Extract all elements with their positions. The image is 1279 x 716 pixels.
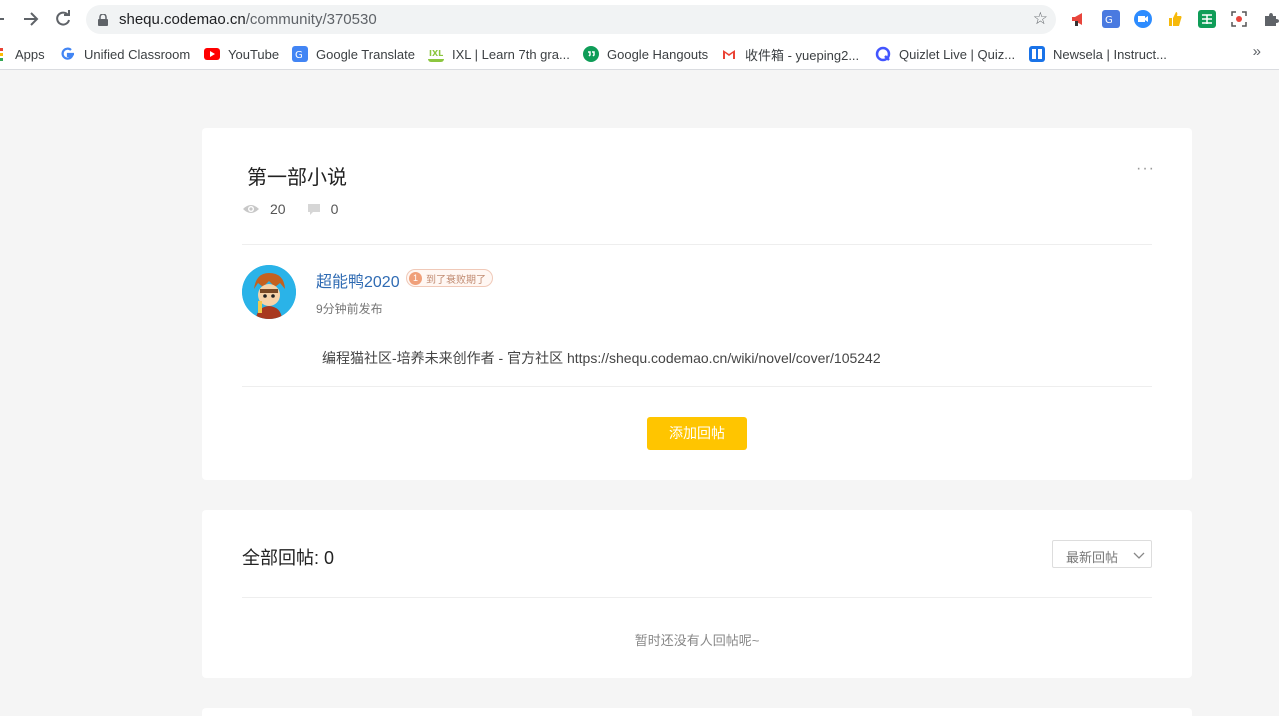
sort-dropdown[interactable]: 最新回帖	[1052, 540, 1152, 568]
level-badge: 1 到了衰败期了	[406, 269, 493, 287]
google-translate-icon: G	[292, 46, 308, 62]
comment-icon	[307, 202, 321, 216]
bookmark-unified-classroom[interactable]: Unified Classroom	[60, 44, 190, 64]
more-bookmarks-chevron-icon[interactable]: »	[1253, 43, 1261, 60]
url-host: shequ.codemao.cn	[119, 11, 246, 28]
bookmark-label: Apps	[15, 46, 45, 62]
post-title: 第一部小说	[247, 167, 347, 189]
add-reply-button[interactable]: 添加回帖	[647, 417, 747, 450]
bookmark-label: Newsela | Instruct...	[1053, 46, 1167, 62]
replies-count-title: 全部回帖: 0	[242, 548, 335, 568]
post-card: 第一部小说 ··· 20 0 超能鸭2020 1 到了衰败期了 9分钟前发布 编…	[202, 128, 1192, 480]
forward-arrow-icon[interactable]	[21, 9, 41, 29]
avatar[interactable]	[242, 265, 296, 319]
bookmark-label: IXL | Learn 7th gra...	[452, 46, 570, 62]
post-body: 编程猫社区-培养未来创作者 - 官方社区 https://shequ.codem…	[322, 350, 881, 366]
screen-capture-extension-icon[interactable]	[1230, 10, 1248, 28]
chevron-down-icon	[1133, 549, 1145, 559]
apps-grid-icon	[0, 46, 6, 62]
bookmark-apps[interactable]: Apps	[0, 44, 45, 64]
quizlet-icon	[875, 46, 891, 62]
lock-icon	[98, 13, 108, 26]
bookmarks-bar: Apps Unified Classroom YouTube G Google …	[0, 38, 1279, 70]
address-bar[interactable]: shequ.codemao.cn/community/370530 ☆	[86, 5, 1056, 34]
youtube-icon	[204, 48, 220, 60]
empty-replies-message: 暂时还没有人回帖呢~	[634, 633, 760, 648]
puzzle-extensions-icon[interactable]	[1262, 10, 1279, 28]
bookmark-google-hangouts[interactable]: Google Hangouts	[583, 44, 708, 64]
bookmark-label: YouTube	[228, 46, 280, 62]
post-stats: 20 0	[242, 201, 338, 217]
svg-text:IXL: IXL	[429, 49, 443, 58]
view-count: 20	[270, 201, 286, 217]
level-title: 到了衰败期了	[426, 274, 486, 286]
url-path: /community/370530	[245, 11, 377, 28]
url-text: shequ.codemao.cn/community/370530	[119, 11, 377, 28]
bookmark-label: Unified Classroom	[84, 46, 191, 62]
bookmark-quizlet-live[interactable]: Quizlet Live | Quiz...	[875, 44, 1015, 64]
divider	[242, 244, 1152, 245]
svg-text:G: G	[1105, 15, 1113, 26]
browser-toolbar: shequ.codemao.cn/community/370530 ☆ G	[0, 0, 1279, 38]
google-g-icon	[60, 46, 76, 62]
eye-icon	[242, 202, 260, 216]
author-name-link[interactable]: 超能鸭2020	[316, 268, 400, 292]
reload-icon[interactable]	[53, 9, 73, 29]
bookmark-google-translate[interactable]: G Google Translate	[292, 44, 415, 64]
level-number: 1	[409, 271, 422, 285]
megaphone-extension-icon[interactable]	[1070, 10, 1088, 28]
bookmark-gmail[interactable]: 收件箱 - yueping2...	[721, 44, 859, 64]
svg-text:G: G	[295, 50, 303, 61]
bookmark-label: Google Hangouts	[607, 46, 709, 62]
zoom-extension-icon[interactable]	[1134, 10, 1152, 28]
divider	[242, 386, 1152, 387]
bookmark-label: Google Translate	[316, 46, 416, 62]
bookmark-newsela[interactable]: Newsela | Instruct...	[1029, 44, 1167, 64]
bookmark-star-icon[interactable]: ☆	[1033, 9, 1048, 29]
more-options-icon[interactable]: ···	[1136, 160, 1155, 178]
next-card	[202, 708, 1192, 716]
bookmark-label: Quizlet Live | Quiz...	[899, 46, 1016, 62]
comment-count: 0	[330, 201, 339, 217]
bookmark-ixl[interactable]: IXL IXL | Learn 7th gra...	[428, 44, 570, 64]
divider	[242, 597, 1152, 598]
sort-selected-label: 最新回帖	[1066, 550, 1119, 565]
back-arrow-icon[interactable]	[0, 9, 12, 29]
thumbs-up-extension-icon[interactable]	[1166, 10, 1184, 28]
ixl-icon: IXL	[428, 46, 444, 62]
bookmark-youtube[interactable]: YouTube	[204, 44, 279, 64]
bookmark-label: 收件箱 - yueping2...	[745, 47, 860, 63]
hangouts-icon	[583, 46, 599, 62]
post-timestamp: 9分钟前发布	[316, 302, 383, 316]
gmail-icon	[721, 46, 737, 62]
sheets-extension-icon[interactable]	[1198, 10, 1216, 28]
newsela-icon	[1029, 46, 1045, 62]
replies-card: 全部回帖: 0 最新回帖 暂时还没有人回帖呢~	[202, 510, 1192, 678]
translate-extension-icon[interactable]: G	[1102, 10, 1120, 28]
